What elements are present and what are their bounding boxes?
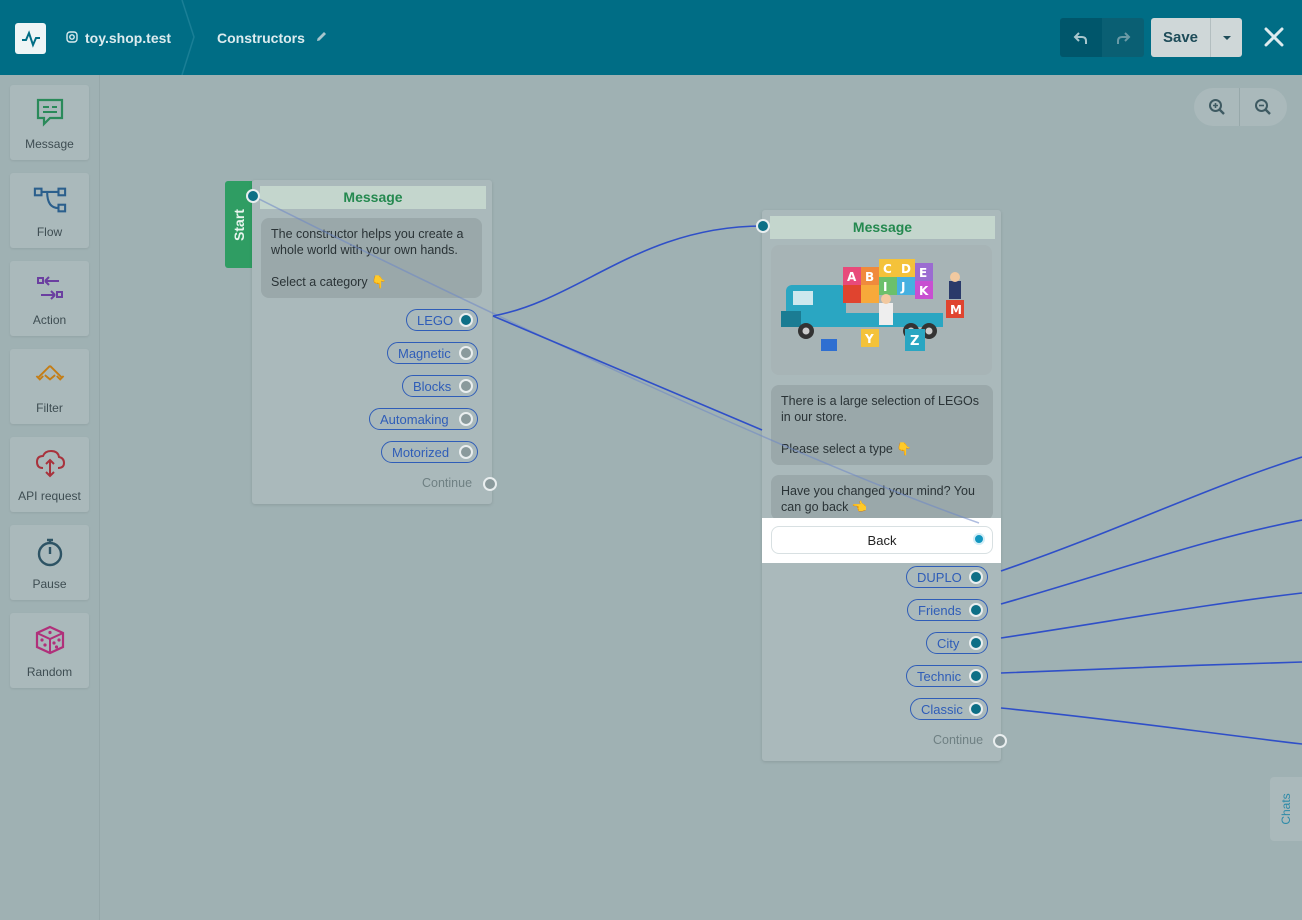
svg-text:Z: Z: [910, 334, 919, 349]
message-text-bubble: Have you changed your mind? You can go b…: [771, 475, 993, 520]
pointing-left-emoji: 👈: [851, 500, 868, 514]
back-button[interactable]: Back: [771, 526, 993, 554]
palette-item-label: Random: [26, 665, 73, 679]
pause-icon: [33, 535, 67, 569]
svg-text:M: M: [950, 303, 962, 317]
undo-button[interactable]: [1060, 18, 1102, 57]
palette-item-message[interactable]: Message: [10, 85, 89, 160]
palette-item-label: Pause: [32, 577, 67, 591]
svg-text:E: E: [919, 266, 927, 280]
button-duplo[interactable]: DUPLO: [906, 566, 988, 588]
redo-icon: [1117, 31, 1131, 44]
message-line: Please select a type: [781, 442, 893, 456]
message-text-bubble: The constructor helps you create a whole…: [261, 218, 482, 298]
message-line: whole world with your own hands.: [271, 243, 458, 257]
message-icon: [33, 95, 67, 129]
palette-item-label: Action: [32, 313, 67, 327]
svg-text:A: A: [847, 270, 857, 284]
button-automaking[interactable]: Automaking: [369, 408, 478, 430]
top-bar: toy.shop.test Constructors Save: [0, 0, 1302, 75]
action-icon: [33, 271, 67, 305]
message-text-bubble: There is a large selection of LEGOs in o…: [771, 385, 993, 465]
breadcrumb-separator: [181, 0, 195, 75]
zoom-out-button[interactable]: [1240, 88, 1286, 126]
node-title: Message: [260, 186, 486, 209]
node-palette: Message Flow Action Filter API request P…: [0, 75, 100, 920]
lego-duplo-truck-image: A B C D E I J K M Y Z: [771, 245, 992, 375]
button-lego[interactable]: LEGO: [406, 309, 478, 331]
palette-item-pause[interactable]: Pause: [10, 525, 89, 600]
svg-text:D: D: [901, 262, 911, 276]
continue-label: Continue: [422, 476, 473, 490]
caret-down-icon: [1222, 35, 1231, 40]
instagram-icon: [66, 30, 78, 46]
continue-label: Continue: [933, 733, 984, 747]
save-group: Save: [1151, 18, 1242, 57]
svg-text:B: B: [865, 270, 874, 284]
button-city[interactable]: City: [926, 632, 988, 654]
pointing-down-emoji: 👇: [371, 275, 387, 289]
palette-item-flow[interactable]: Flow: [10, 173, 89, 248]
random-icon: [33, 623, 67, 657]
app-logo-icon[interactable]: [15, 23, 46, 54]
flow-icon: [33, 183, 67, 217]
palette-item-label: Filter: [36, 401, 63, 415]
chats-label: Chats: [1279, 793, 1293, 825]
svg-text:K: K: [919, 284, 929, 298]
back-button-label: Back: [867, 532, 897, 548]
palette-item-label: API request: [18, 489, 81, 503]
message-line: can go back: [781, 500, 849, 514]
palette-item-action[interactable]: Action: [10, 261, 89, 336]
message-line: Select a category: [271, 275, 368, 289]
palette-item-filter[interactable]: Filter: [10, 349, 89, 424]
svg-text:I: I: [883, 280, 887, 294]
close-icon[interactable]: [1261, 24, 1287, 50]
filter-icon: [33, 359, 67, 393]
svg-text:C: C: [883, 262, 892, 276]
undo-icon: [1073, 31, 1087, 44]
message-line: in our store.: [781, 410, 848, 424]
pointing-down-emoji: 👇: [896, 442, 912, 456]
button-blocks[interactable]: Blocks: [402, 375, 478, 397]
chats-panel-tab[interactable]: Chats: [1270, 777, 1302, 841]
svg-text:J: J: [900, 280, 905, 294]
start-marker: Start: [225, 181, 252, 268]
save-button[interactable]: Save: [1151, 18, 1211, 57]
button-technic[interactable]: Technic: [906, 665, 988, 687]
button-magnetic[interactable]: Magnetic: [387, 342, 478, 364]
account-switcher[interactable]: toy.shop.test: [66, 30, 171, 46]
zoom-out-icon: [1255, 99, 1271, 115]
palette-item-label: Message: [25, 137, 74, 151]
message-line: The constructor helps you create a: [271, 227, 464, 241]
palette-item-random[interactable]: Random: [10, 613, 89, 688]
svg-text:Y: Y: [864, 332, 874, 346]
page-title: Constructors: [217, 30, 305, 46]
node-title: Message: [770, 216, 995, 239]
back-button-connector[interactable]: [973, 533, 985, 545]
zoom-in-icon: [1208, 99, 1225, 115]
palette-item-label: Flow: [36, 225, 63, 239]
zoom-in-button[interactable]: [1194, 88, 1240, 126]
button-motorized[interactable]: Motorized: [381, 441, 478, 463]
account-name: toy.shop.test: [85, 30, 172, 46]
history-controls: [1060, 18, 1144, 57]
zoom-controls: [1194, 88, 1287, 126]
palette-item-api-request[interactable]: API request: [10, 437, 89, 512]
start-label: Start: [230, 208, 247, 241]
button-friends[interactable]: Friends: [907, 599, 988, 621]
api-request-icon: [33, 447, 67, 481]
message-line: There is a large selection of LEGOs: [781, 394, 980, 408]
redo-button[interactable]: [1102, 18, 1144, 57]
save-options-button[interactable]: [1211, 18, 1242, 57]
breadcrumb: Constructors: [217, 30, 328, 46]
edit-pencil-icon[interactable]: [315, 30, 328, 46]
button-classic[interactable]: Classic: [910, 698, 988, 720]
message-line: Have you changed your mind? You: [781, 484, 975, 498]
